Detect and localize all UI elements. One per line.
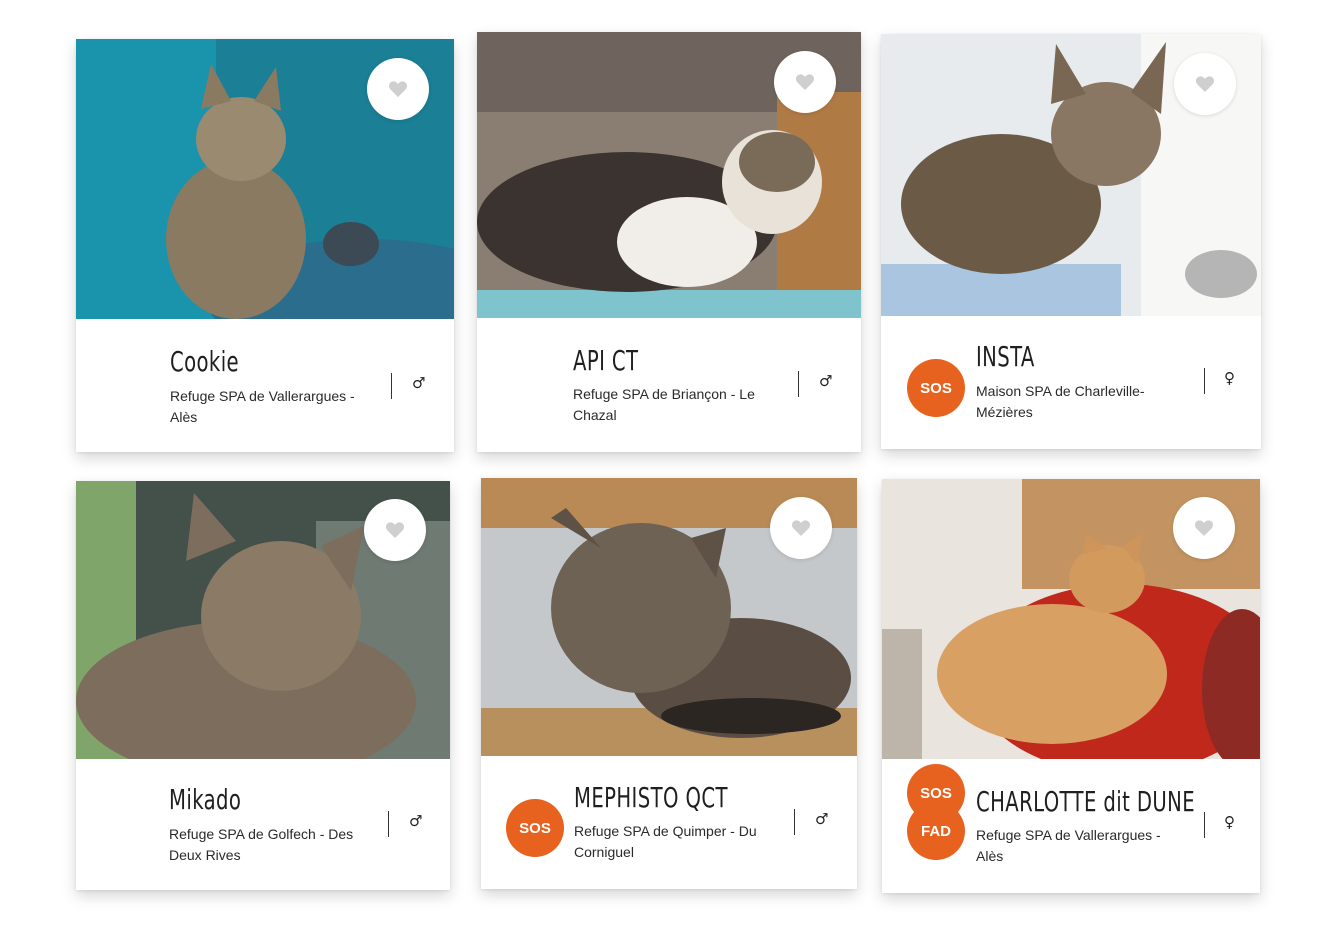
pet-name[interactable]: MEPHISTO QCT (574, 781, 728, 814)
pet-card[interactable]: SOS MEPHISTO QCT Refuge SPA de Quimper -… (481, 478, 857, 889)
male-icon: ♂ (819, 372, 833, 390)
shelter-name: Refuge SPA de Vallerargues - Alès (976, 827, 1161, 864)
heart-icon (385, 522, 405, 538)
pet-card[interactable]: SOS FAD CHARLOTTE dit DUNE Refuge SPA de… (882, 479, 1260, 893)
heart-icon (1194, 520, 1214, 536)
divider (388, 811, 389, 837)
fad-badge: FAD (907, 802, 965, 860)
sos-badge: SOS (506, 799, 564, 857)
shelter-name: Refuge SPA de Quimper - Du Corniguel (574, 823, 757, 860)
divider (798, 371, 799, 397)
female-icon: ♀ (1224, 369, 1235, 387)
heart-icon (388, 81, 408, 97)
pet-name[interactable]: CHARLOTTE dit DUNE (976, 785, 1195, 818)
pet-name[interactable]: Cookie (170, 345, 239, 378)
male-icon: ♂ (412, 374, 426, 392)
divider (794, 809, 795, 835)
shelter-name: Maison SPA de Charleville-Mézières (976, 383, 1145, 420)
favorite-button[interactable] (364, 499, 426, 561)
pet-card[interactable]: Cookie Refuge SPA de Vallerargues - Alès… (76, 39, 454, 452)
divider (1204, 368, 1205, 394)
divider (1204, 812, 1205, 838)
pet-name[interactable]: Mikado (169, 783, 241, 816)
pet-card[interactable]: API CT Refuge SPA de Briançon - Le Chaza… (477, 32, 861, 452)
shelter-name: Refuge SPA de Golfech - Des Deux Rives (169, 826, 354, 863)
pet-card[interactable]: Mikado Refuge SPA de Golfech - Des Deux … (76, 481, 450, 890)
pet-card[interactable]: SOS INSTA Maison SPA de Charleville-Mézi… (881, 34, 1261, 449)
female-icon: ♀ (1224, 813, 1235, 831)
favorite-button[interactable] (774, 51, 836, 113)
favorite-button[interactable] (1174, 53, 1236, 115)
pet-name[interactable]: API CT (573, 344, 638, 377)
divider (391, 373, 392, 399)
favorite-button[interactable] (367, 58, 429, 120)
male-icon: ♂ (409, 812, 423, 830)
favorite-button[interactable] (770, 497, 832, 559)
male-icon: ♂ (815, 810, 829, 828)
shelter-name: Refuge SPA de Briançon - Le Chazal (573, 386, 755, 423)
heart-icon (791, 520, 811, 536)
favorite-button[interactable] (1173, 497, 1235, 559)
sos-badge: SOS (907, 359, 965, 417)
heart-icon (1195, 76, 1215, 92)
pet-name[interactable]: INSTA (976, 340, 1035, 373)
shelter-name: Refuge SPA de Vallerargues - Alès (170, 388, 355, 425)
heart-icon (795, 74, 815, 90)
